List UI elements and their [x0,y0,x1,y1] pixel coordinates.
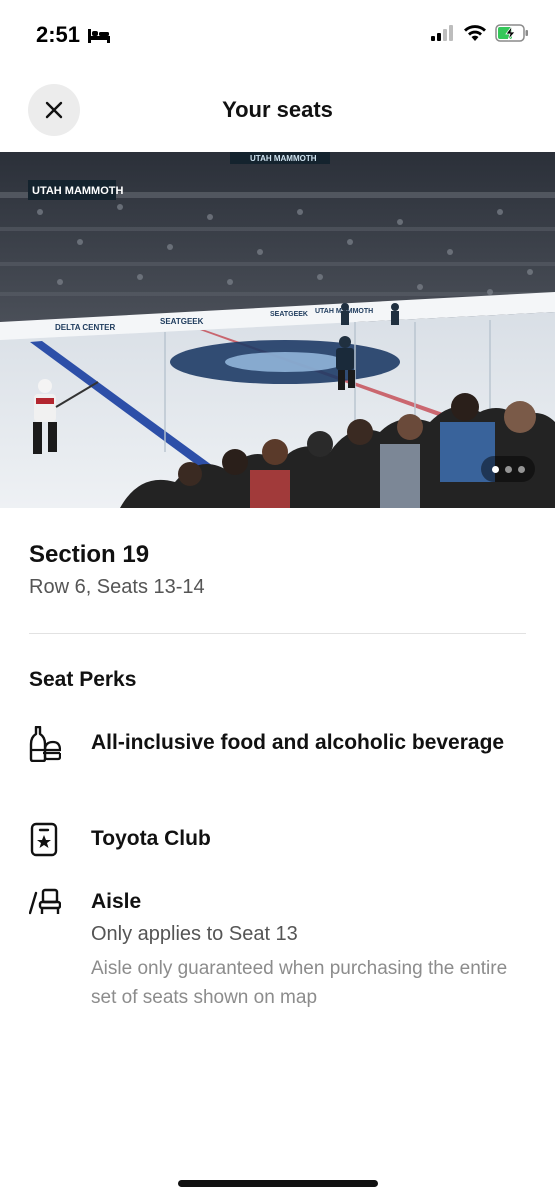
perk-food-beverage: All-inclusive food and alcoholic beverag… [29,726,529,796]
cellular-signal-icon [431,25,453,41]
pager-dot[interactable] [504,465,512,473]
section-title: Section 19 [29,541,150,568]
home-indicator[interactable] [178,1180,378,1187]
pager-dot[interactable] [517,465,525,473]
pager-dot-active[interactable] [491,465,499,473]
wifi-icon [464,25,486,41]
bed-icon [88,29,110,43]
aisle-seat-icon [29,888,61,915]
board-seatgeek-text: SEATGEEK [160,317,204,326]
page-title: Your seats [222,97,333,122]
divider [29,633,526,634]
perk-note: Aisle only guaranteed when purchasing th… [91,958,508,1008]
perk-sub: Only applies to Seat 13 [91,923,298,945]
gallery-pager[interactable] [481,456,535,482]
food-beverage-icon [29,726,61,762]
board-delta-text: DELTA CENTER [55,323,116,332]
status-time: 2:51 [36,22,81,47]
status-icons [431,24,529,42]
perk-toyota-club: Toyota Club [29,822,529,862]
club-badge-icon [30,822,58,857]
board-seatgeek-text-2: SEATGEEK [270,311,308,318]
perk-label: Toyota Club [91,827,211,850]
perk-label: All-inclusive food and alcoholic beverag… [91,731,505,754]
banner-side-text: UTAH MAMMOTH [32,185,123,197]
seat-view-photo[interactable]: UTAH MAMMOTH UTAH MAMMOTH DELTA CENTER S… [0,152,555,508]
section-subtitle: Row 6, Seats 13-14 [29,576,205,598]
battery-charging-icon [495,24,528,42]
perks-title: Seat Perks [29,668,137,691]
status-bar: 2:51 [0,0,555,70]
perk-label: Aisle [91,890,142,913]
banner-top-text: UTAH MAMMOTH [250,154,317,163]
arena-image: UTAH MAMMOTH UTAH MAMMOTH DELTA CENTER S… [0,152,555,508]
perk-aisle: Aisle Only applies to Seat 13 Aisle only… [29,885,529,1015]
